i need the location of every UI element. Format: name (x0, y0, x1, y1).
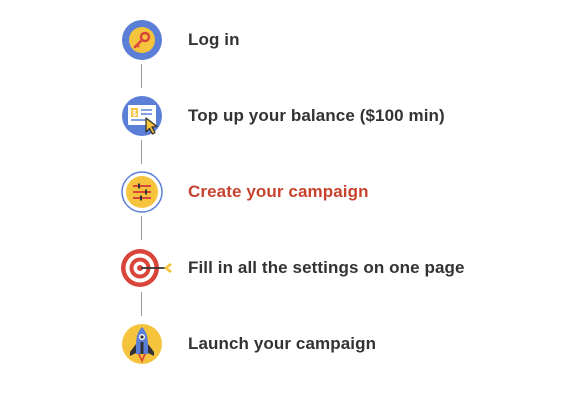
steps-list: Log in $ Top up your balance ($100 min) (0, 0, 564, 401)
step-fill-settings: Fill in all the settings on one page (120, 246, 465, 290)
step-top-up-balance: $ Top up your balance ($100 min) (120, 94, 445, 138)
step-label: Top up your balance ($100 min) (188, 106, 445, 125)
step-log-in: Log in (120, 18, 240, 62)
step-label: Log in (188, 30, 240, 49)
settings-sliders-icon (120, 170, 164, 214)
step-label: Fill in all the settings on one page (188, 258, 465, 277)
step-label: Create your campaign (188, 182, 369, 201)
step-connector (141, 292, 142, 316)
step-connector (141, 140, 142, 164)
payment-check-icon: $ (120, 94, 164, 138)
step-connector (141, 216, 142, 240)
rocket-icon (120, 322, 164, 366)
step-create-campaign: Create your campaign (120, 170, 369, 214)
step-connector (141, 64, 142, 88)
svg-text:$: $ (132, 109, 137, 118)
step-label: Launch your campaign (188, 334, 377, 353)
target-icon (120, 246, 172, 290)
step-launch-campaign: Launch your campaign (120, 322, 376, 366)
key-icon (120, 18, 164, 62)
